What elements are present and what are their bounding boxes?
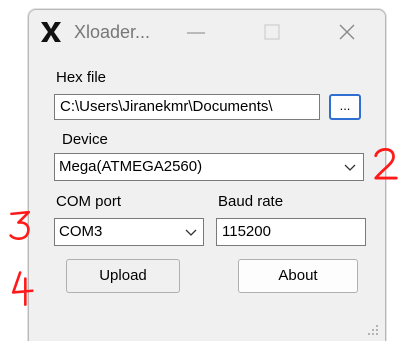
baud-rate-label: Baud rate <box>218 193 284 210</box>
upload-button[interactable]: Upload <box>66 259 180 293</box>
annotation-number-2 <box>374 147 398 180</box>
baud-rate-input[interactable]: 115200 <box>216 218 366 246</box>
com-port-select[interactable]: COM3 <box>54 218 204 246</box>
screenshot: Xloader... Hex file C:\Users\Jiranekmr\D… <box>0 0 402 341</box>
chevron-down-icon[interactable] <box>343 163 357 173</box>
device-select[interactable]: Mega(ATMEGA2560) <box>54 153 364 181</box>
minimize-icon[interactable] <box>181 18 211 46</box>
resize-grip-icon[interactable] <box>367 324 379 336</box>
x-logo-icon <box>41 22 61 42</box>
hex-file-input[interactable]: C:\Users\Jiranekmr\Documents\ <box>54 94 320 120</box>
com-port-label: COM port <box>56 193 122 210</box>
browse-button[interactable]: ... <box>329 94 361 120</box>
device-label: Device <box>62 131 108 148</box>
chevron-down-icon[interactable] <box>184 228 198 238</box>
com-port-selected-value: COM3 <box>59 223 103 240</box>
maximize-icon[interactable] <box>257 18 287 46</box>
device-selected-value: Mega(ATMEGA2560) <box>59 158 203 175</box>
annotation-number-3 <box>9 210 31 240</box>
annotation-number-4 <box>11 271 34 306</box>
window-title: Xloader... <box>74 22 151 42</box>
close-icon[interactable] <box>332 18 362 46</box>
hex-file-label: Hex file <box>56 69 107 86</box>
about-button[interactable]: About <box>238 259 358 293</box>
title-bar[interactable]: Xloader... <box>29 10 385 54</box>
xloader-window: Xloader... Hex file C:\Users\Jiranekmr\D… <box>28 9 386 341</box>
